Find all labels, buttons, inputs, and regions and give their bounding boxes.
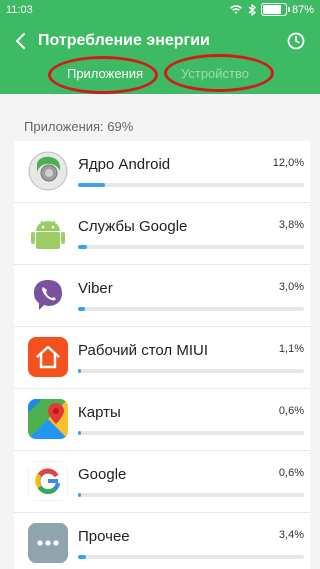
app-name: Службы Google (78, 218, 188, 235)
usage-bar (78, 245, 304, 249)
bluetooth-icon (248, 3, 256, 16)
app-list: Ядро Android 12,0% Службы Google 3,8% Vi… (14, 141, 310, 569)
page-title: Потребление энергии (38, 32, 210, 49)
google-icon (28, 461, 68, 501)
maps-icon (28, 399, 68, 439)
tab-apps[interactable]: Приложения (50, 60, 160, 88)
home-icon (28, 337, 68, 377)
app-percent: 12,0% (272, 157, 304, 169)
list-item-android-core[interactable]: Ядро Android 12,0% (14, 141, 310, 203)
usage-bar-fill (78, 245, 87, 249)
usage-bar-fill (78, 493, 81, 497)
status-bar: 11:03 87% (0, 0, 320, 22)
battery-percent: 87% (291, 3, 314, 16)
app-name: Ядро Android (78, 156, 171, 173)
list-item-google[interactable]: Google 0,6% (14, 451, 310, 513)
app-name: Viber (78, 280, 113, 297)
status-time: 11:03 (6, 4, 33, 16)
wifi-icon (230, 5, 242, 14)
list-item-other[interactable]: Прочее 3,4% (14, 513, 310, 569)
viber-icon (28, 275, 68, 315)
back-arrow-icon[interactable] (10, 30, 32, 52)
app-percent: 3,4% (278, 529, 304, 541)
app-percent: 3,0% (278, 281, 304, 293)
list-item-miui-desktop[interactable]: Рабочий стол MIUI 1,1% (14, 327, 310, 389)
usage-bar (78, 307, 304, 311)
list-item-google-services[interactable]: Службы Google 3,8% (14, 203, 310, 265)
app-header: Потребление энергии Приложения Устройств… (0, 22, 320, 94)
usage-bar (78, 183, 304, 187)
battery-icon (260, 3, 290, 16)
usage-bar (78, 493, 304, 497)
clock-icon[interactable] (286, 31, 306, 51)
tab-device[interactable]: Устройство (160, 60, 270, 88)
usage-bar (78, 431, 304, 435)
usage-bar (78, 369, 304, 373)
app-percent: 3,8% (278, 219, 304, 231)
app-name: Карты (78, 404, 121, 421)
app-percent: 1,1% (278, 343, 304, 355)
android-robot-icon (28, 213, 68, 253)
usage-bar-fill (78, 369, 81, 373)
usage-bar-fill (78, 555, 86, 559)
section-label: Приложения: 69% (24, 119, 134, 134)
app-percent: 0,6% (278, 405, 304, 417)
usage-bar-fill (78, 431, 81, 435)
app-name: Прочее (78, 528, 130, 545)
android-core-icon (28, 151, 68, 191)
list-item-maps[interactable]: Карты 0,6% (14, 389, 310, 451)
app-percent: 0,6% (278, 467, 304, 479)
more-icon (28, 523, 68, 563)
app-name: Рабочий стол MIUI (78, 342, 208, 359)
list-item-viber[interactable]: Viber 3,0% (14, 265, 310, 327)
usage-bar (78, 555, 304, 559)
usage-bar-fill (78, 183, 106, 187)
usage-bar-fill (78, 307, 85, 311)
app-name: Google (78, 466, 127, 483)
